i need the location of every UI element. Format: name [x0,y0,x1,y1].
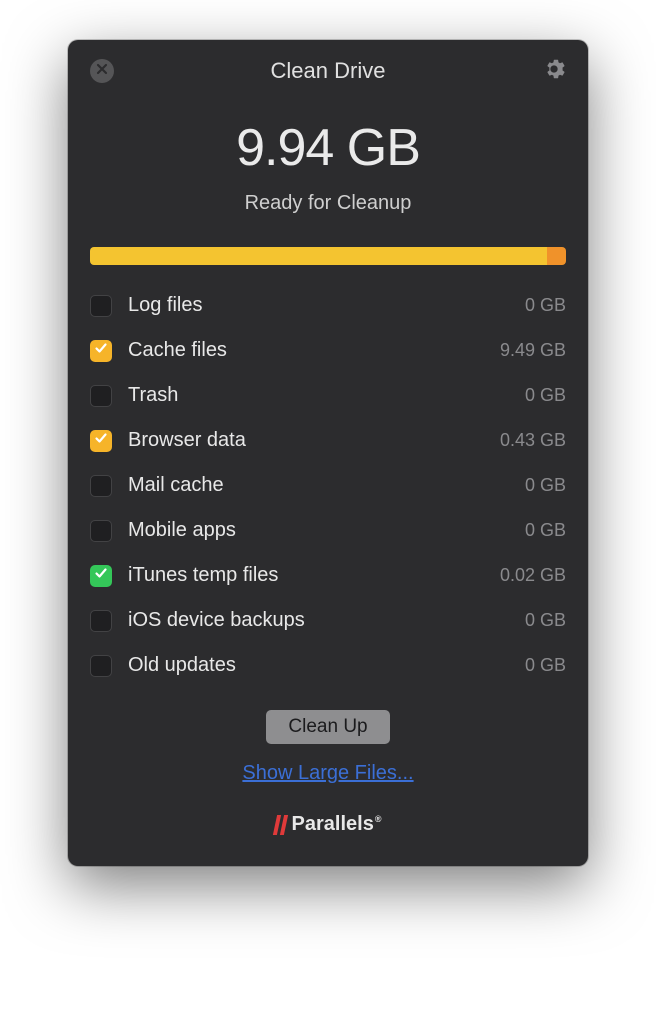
list-item: Mail cache0 GB [90,463,566,508]
item-size: 0 GB [525,475,566,496]
item-label: Trash [128,384,525,407]
item-size: 0 GB [525,520,566,541]
brand-logo: Parallels® [68,813,588,836]
show-large-files-link[interactable]: Show Large Files... [242,762,413,785]
list-item: Cache files9.49 GB [90,328,566,373]
item-size: 0 GB [525,385,566,406]
check-icon [94,431,108,450]
settings-button[interactable] [542,59,566,83]
status-subtitle: Ready for Cleanup [88,192,568,215]
titlebar: Clean Drive [68,40,588,94]
close-button[interactable] [90,59,114,83]
checkbox[interactable] [90,610,112,632]
item-size: 0.02 GB [500,565,566,586]
list-item: iTunes temp files0.02 GB [90,553,566,598]
progress-segment-end [547,247,566,265]
brand-name: Parallels® [292,813,382,836]
list-item: Browser data0.43 GB [90,418,566,463]
parallels-bars-icon [275,815,286,835]
checkbox[interactable] [90,295,112,317]
item-size: 0 GB [525,610,566,631]
list-item: Trash0 GB [90,373,566,418]
checkbox[interactable] [90,655,112,677]
item-size: 0 GB [525,295,566,316]
window-title: Clean Drive [271,58,386,84]
list-item: Log files0 GB [90,283,566,328]
close-icon [96,62,108,80]
item-label: iOS device backups [128,609,525,632]
check-icon [94,566,108,585]
checkbox[interactable] [90,475,112,497]
progress-container [68,225,588,273]
checkbox[interactable] [90,385,112,407]
list-item: iOS device backups0 GB [90,598,566,643]
item-label: Cache files [128,339,500,362]
summary-section: 9.94 GB Ready for Cleanup [68,94,588,225]
checkbox[interactable] [90,430,112,452]
checkbox[interactable] [90,520,112,542]
item-size: 0 GB [525,655,566,676]
check-icon [94,341,108,360]
item-label: iTunes temp files [128,564,500,587]
total-size: 9.94 GB [88,118,568,178]
items-list: Log files0 GBCache files9.49 GBTrash0 GB… [68,273,588,688]
list-item: Mobile apps0 GB [90,508,566,553]
list-item: Old updates0 GB [90,643,566,688]
item-label: Mobile apps [128,519,525,542]
item-label: Browser data [128,429,500,452]
checkbox[interactable] [90,340,112,362]
item-size: 0.43 GB [500,430,566,451]
progress-segment-main [90,247,547,265]
checkbox[interactable] [90,565,112,587]
item-label: Old updates [128,654,525,677]
item-size: 9.49 GB [500,340,566,361]
clean-drive-window: Clean Drive 9.94 GB Ready for Cleanup Lo… [68,40,588,866]
progress-bar [90,247,566,265]
cleanup-button[interactable]: Clean Up [266,710,389,744]
item-label: Mail cache [128,474,525,497]
gear-icon [543,58,565,85]
item-label: Log files [128,294,525,317]
actions-section: Clean Up Show Large Files... Parallels® [68,688,588,836]
